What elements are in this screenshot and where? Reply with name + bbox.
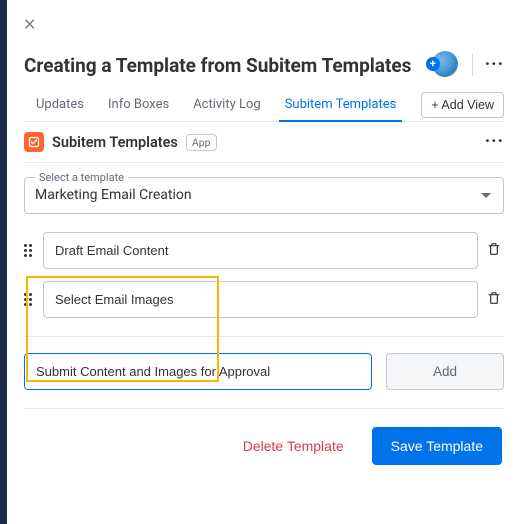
app-icon [24, 132, 44, 152]
subitem-row [24, 281, 504, 318]
more-options-icon[interactable]: ··· [485, 58, 504, 72]
close-icon[interactable]: × [24, 11, 36, 36]
subitem-input[interactable] [43, 281, 478, 318]
app-badge: App [186, 134, 217, 151]
add-member-icon[interactable]: + [426, 57, 440, 71]
template-select[interactable]: Select a template Marketing Email Creati… [24, 177, 504, 214]
delete-subitem-icon[interactable] [486, 290, 504, 310]
subitem-row [24, 232, 504, 269]
drag-handle-icon[interactable] [24, 293, 35, 306]
add-view-button[interactable]: + Add View [421, 92, 504, 118]
app-more-options-icon[interactable]: ··· [485, 135, 504, 149]
member-avatar[interactable]: + [432, 51, 460, 79]
divider [472, 54, 473, 76]
save-template-button[interactable]: Save Template [372, 427, 502, 465]
delete-template-button[interactable]: Delete Template [233, 428, 354, 464]
subitem-input[interactable] [43, 232, 478, 269]
tabs: Updates Info Boxes Activity Log Subitem … [24, 89, 504, 122]
left-dark-strip [0, 0, 7, 524]
app-title: Subitem Templates [52, 134, 178, 151]
page-title: Creating a Template from Subitem Templat… [24, 54, 411, 77]
template-select-legend: Select a template [35, 171, 128, 184]
new-subitem-input[interactable] [24, 353, 372, 390]
add-button[interactable]: Add [386, 353, 504, 390]
tab-info-boxes[interactable]: Info Boxes [96, 89, 181, 121]
subitems-list [24, 232, 504, 337]
tab-updates[interactable]: Updates [24, 89, 96, 121]
tab-subitem-templates[interactable]: Subitem Templates [273, 89, 409, 121]
template-select-value: Marketing Email Creation [35, 187, 192, 203]
modal-panel: × Creating a Template from Subitem Templ… [7, 0, 519, 483]
drag-handle-icon[interactable] [24, 244, 35, 257]
delete-subitem-icon[interactable] [486, 241, 504, 261]
chevron-down-icon [481, 193, 491, 198]
tab-activity-log[interactable]: Activity Log [181, 89, 273, 121]
